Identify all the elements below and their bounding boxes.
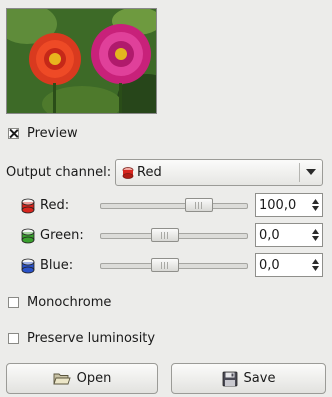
spin-up-icon[interactable] (312, 259, 319, 264)
green-spinbutton[interactable]: 0,0 (255, 223, 323, 247)
folder-open-icon (53, 373, 71, 384)
blue-label: Blue: (40, 258, 74, 273)
preserve-luminosity-toggle[interactable]: Preserve luminosity (8, 331, 155, 346)
spin-down-icon[interactable] (312, 266, 319, 271)
monochrome-label: Monochrome (27, 295, 112, 310)
open-button-label: Open (76, 371, 112, 386)
monochrome-toggle[interactable]: Monochrome (8, 295, 111, 310)
red-slider-track[interactable] (100, 203, 248, 209)
blue-slider-handle[interactable] (150, 258, 179, 272)
green-slider-handle[interactable] (150, 228, 179, 242)
red-channel-icon (122, 166, 134, 179)
preserve-luminosity-checkbox[interactable] (8, 333, 19, 344)
spin-down-icon[interactable] (312, 206, 319, 211)
floppy-disk-icon (222, 371, 237, 386)
save-button-label: Save (243, 371, 276, 386)
red-value[interactable]: 100,0 (256, 194, 309, 216)
spin-down-icon[interactable] (312, 236, 319, 241)
preview-toggle[interactable]: Preview (8, 126, 78, 141)
output-channel-value: Red (137, 165, 162, 180)
preview-checkbox[interactable] (8, 128, 19, 139)
red-channel-icon (21, 198, 35, 214)
output-channel-dropdown[interactable]: Red (115, 159, 323, 186)
preview-image (6, 8, 157, 114)
blue-spinbutton[interactable]: 0,0 (255, 253, 323, 277)
blue-channel-icon (21, 258, 35, 274)
zinnia-flowers-image (7, 9, 156, 113)
red-spinbutton[interactable]: 100,0 (255, 193, 323, 217)
blue-value[interactable]: 0,0 (256, 254, 309, 276)
save-button[interactable]: Save (171, 363, 326, 394)
green-label: Green: (40, 228, 84, 243)
open-button[interactable]: Open (6, 363, 158, 394)
red-label: Red: (40, 198, 70, 213)
preview-label: Preview (27, 126, 78, 141)
output-channel-label: Output channel: (6, 165, 112, 180)
chevron-down-icon[interactable] (300, 169, 322, 176)
monochrome-checkbox[interactable] (8, 297, 19, 308)
green-channel-icon (21, 228, 35, 244)
red-slider-handle[interactable] (184, 198, 213, 212)
green-value[interactable]: 0,0 (256, 224, 309, 246)
spin-up-icon[interactable] (312, 229, 319, 234)
spin-up-icon[interactable] (312, 199, 319, 204)
preserve-luminosity-label: Preserve luminosity (27, 331, 156, 346)
